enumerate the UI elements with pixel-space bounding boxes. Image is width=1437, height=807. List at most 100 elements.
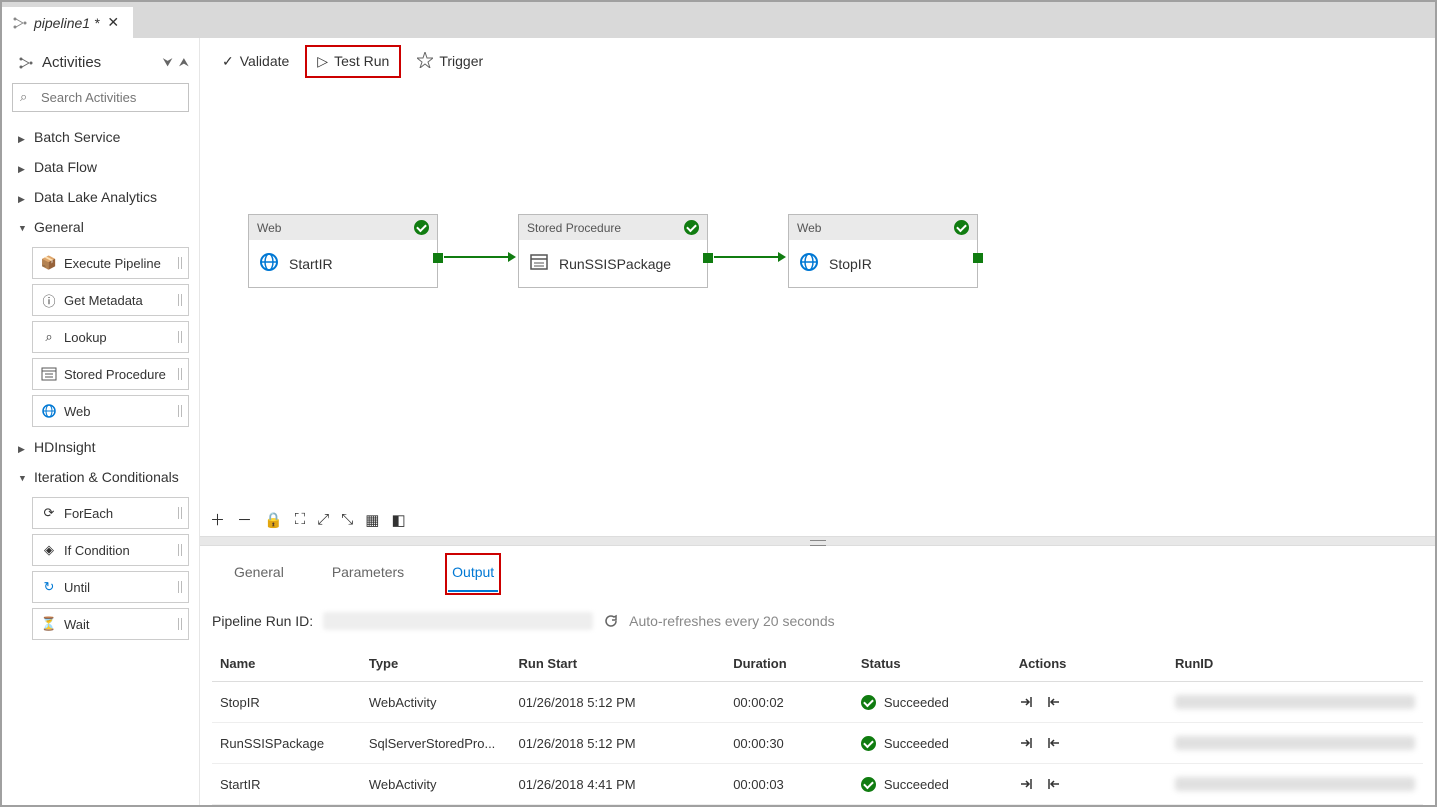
input-icon[interactable]	[1019, 776, 1035, 792]
cell-name: RunSSISPackage	[212, 723, 361, 764]
output-panel: Pipeline Run ID: Auto-refreshes every 20…	[200, 592, 1435, 805]
activity-until[interactable]: ↻Until	[32, 571, 189, 603]
canvas-controls: ＋ － 🔒 ⛶ ⤢ ⤡ ▦ ◧	[210, 509, 406, 530]
close-icon[interactable]: ✕	[105, 14, 121, 31]
cell-type: SqlServerStoredPro...	[361, 723, 511, 764]
node-type-label: Stored Procedure	[527, 221, 621, 235]
category-data-flow[interactable]: Data Flow	[2, 152, 199, 182]
activity-lookup[interactable]: ⌕Lookup	[32, 321, 189, 353]
web-icon	[799, 252, 819, 275]
stored-procedure-icon	[41, 366, 57, 382]
node-startir[interactable]: Web StartIR	[248, 214, 438, 288]
output-icon[interactable]	[1045, 694, 1061, 710]
cell-type: WebActivity	[361, 764, 511, 805]
category-data-lake-analytics[interactable]: Data Lake Analytics	[2, 182, 199, 212]
col-start[interactable]: Run Start	[511, 646, 726, 682]
col-duration[interactable]: Duration	[725, 646, 853, 682]
lookup-icon: ⌕	[41, 329, 57, 345]
node-runssispackage[interactable]: Stored Procedure RunSSISPackage	[518, 214, 708, 288]
test-run-button[interactable]: ▷ Test Run	[307, 47, 399, 76]
fit-icon[interactable]: ⛶	[295, 511, 306, 528]
pipeline-toolbar: ✓ Validate ▷ Test Run Trigger	[200, 38, 1435, 84]
category-hdinsight[interactable]: HDInsight	[2, 432, 199, 462]
runid-label: Pipeline Run ID:	[212, 613, 313, 629]
expand-all-icon[interactable]: ⮟	[163, 55, 173, 70]
refresh-icon[interactable]	[603, 613, 619, 629]
stored-procedure-icon	[529, 252, 549, 275]
design-surface[interactable]: Web StartIR Stored Procedure RunSSISPack…	[200, 84, 1435, 536]
success-icon	[861, 695, 876, 710]
output-port[interactable]	[703, 253, 713, 263]
success-icon	[684, 220, 699, 235]
tab-general[interactable]: General	[230, 556, 288, 592]
input-icon[interactable]	[1019, 694, 1035, 710]
activity-stored-procedure[interactable]: Stored Procedure	[32, 358, 189, 390]
web-icon	[259, 252, 279, 275]
cell-start: 01/26/2018 5:12 PM	[511, 723, 726, 764]
search-input[interactable]	[12, 83, 189, 112]
cell-start: 01/26/2018 4:41 PM	[511, 764, 726, 805]
col-status[interactable]: Status	[853, 646, 1011, 682]
zoom-fit-icon[interactable]: ⤢	[317, 511, 329, 528]
category-general[interactable]: General	[2, 212, 199, 242]
col-actions[interactable]: Actions	[1011, 646, 1167, 682]
activity-get-metadata[interactable]: ⓘGet Metadata	[32, 284, 189, 316]
col-runid[interactable]: RunID	[1167, 646, 1423, 682]
auto-refresh-label: Auto-refreshes every 20 seconds	[629, 613, 834, 629]
pipeline-tab[interactable]: pipeline1 * ✕	[2, 7, 133, 38]
connector	[444, 256, 514, 258]
web-icon	[41, 403, 57, 419]
node-stopir[interactable]: Web StopIR	[788, 214, 978, 288]
table-row[interactable]: RunSSISPackageSqlServerStoredPro...01/26…	[212, 723, 1423, 764]
remove-icon[interactable]: －	[237, 509, 252, 530]
collapse-all-icon[interactable]: ⮝	[179, 55, 189, 70]
zoom-reset-icon[interactable]: ⤡	[341, 511, 353, 528]
cell-runid	[1167, 723, 1423, 764]
activity-web[interactable]: Web	[32, 395, 189, 427]
success-icon	[861, 736, 876, 751]
panel-divider[interactable]	[200, 536, 1435, 546]
table-row[interactable]: StartIRWebActivity01/26/2018 4:41 PM00:0…	[212, 764, 1423, 805]
output-icon[interactable]	[1045, 776, 1061, 792]
cell-name: StartIR	[212, 764, 361, 805]
category-batch-service[interactable]: Batch Service	[2, 122, 199, 152]
success-icon	[954, 220, 969, 235]
activity-if-condition[interactable]: ◈If Condition	[32, 534, 189, 566]
lock-icon[interactable]: 🔒	[264, 511, 283, 529]
activity-execute-pipeline[interactable]: 📦Execute Pipeline	[32, 247, 189, 279]
col-type[interactable]: Type	[361, 646, 511, 682]
activities-heading: Activities	[42, 54, 101, 71]
trigger-icon	[417, 52, 433, 71]
until-icon: ↻	[41, 579, 57, 595]
activity-foreach[interactable]: ⟳ForEach	[32, 497, 189, 529]
table-row[interactable]: StopIRWebActivity01/26/2018 5:12 PM00:00…	[212, 682, 1423, 723]
output-port[interactable]	[973, 253, 983, 263]
tab-parameters[interactable]: Parameters	[328, 556, 408, 592]
arrow-icon	[778, 252, 786, 262]
col-name[interactable]: Name	[212, 646, 361, 682]
activity-wait[interactable]: ⏳Wait	[32, 608, 189, 640]
activities-sidebar: Activities ⮟ ⮝ ⌕ Batch Service Data Flow…	[2, 38, 200, 805]
cell-name: StopIR	[212, 682, 361, 723]
cell-duration: 00:00:03	[725, 764, 853, 805]
wait-icon: ⏳	[41, 616, 57, 632]
info-icon: ⓘ	[41, 292, 57, 308]
layout-icon[interactable]: ▦	[365, 511, 379, 529]
tab-title: pipeline1 *	[34, 15, 99, 31]
add-icon[interactable]: ＋	[210, 509, 225, 530]
category-iteration[interactable]: Iteration & Conditionals	[2, 462, 199, 492]
validate-button[interactable]: ✓ Validate	[212, 47, 299, 76]
snap-icon[interactable]: ◧	[391, 511, 405, 529]
output-port[interactable]	[433, 253, 443, 263]
node-name: RunSSISPackage	[559, 256, 671, 272]
arrow-icon	[508, 252, 516, 262]
node-name: StopIR	[829, 256, 872, 272]
pipeline-icon	[12, 15, 28, 31]
cell-start: 01/26/2018 5:12 PM	[511, 682, 726, 723]
connector	[714, 256, 784, 258]
foreach-icon: ⟳	[41, 505, 57, 521]
trigger-button[interactable]: Trigger	[407, 46, 493, 77]
output-icon[interactable]	[1045, 735, 1061, 751]
tab-output[interactable]: Output	[448, 556, 498, 592]
input-icon[interactable]	[1019, 735, 1035, 751]
